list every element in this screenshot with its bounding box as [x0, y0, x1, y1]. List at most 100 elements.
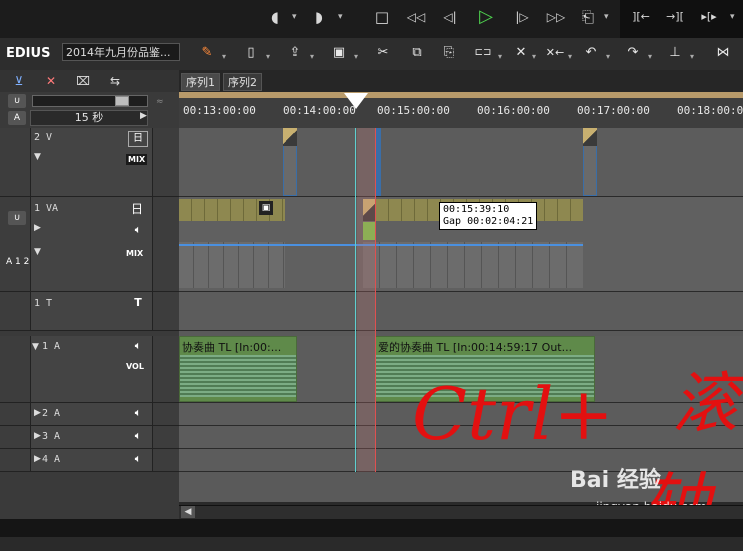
redo-dropdown-icon[interactable]: ▾ [648, 52, 652, 61]
expand-icon[interactable]: ▼ [32, 342, 39, 352]
mix-label[interactable]: MIX [126, 249, 143, 258]
mix-label[interactable]: MIX [126, 154, 148, 165]
sync-mode-icon[interactable]: ⌧ [74, 73, 92, 89]
track-name: 4 A [42, 454, 61, 465]
timeline-hscrollbar[interactable] [179, 505, 743, 520]
stop-icon[interactable]: □ [372, 6, 392, 28]
track-header-tools: ⊻ ✕ ⌧ ⇆ [0, 70, 179, 92]
save-icon[interactable]: ▣ [330, 44, 348, 62]
marker-dropdown-icon[interactable]: ▾ [690, 52, 694, 61]
zoom-slider-thumb[interactable] [115, 96, 129, 106]
gap-tooltip: 00:15:39:10 Gap 00:02:04:21 [439, 202, 538, 230]
mark-out-icon[interactable]: →][ [660, 6, 690, 28]
set-out-dropdown-icon[interactable]: ▾ [338, 12, 343, 22]
new-sequence-dropdown-icon[interactable]: ▾ [222, 52, 226, 61]
project-name-field[interactable]: 2014年九月份品鉴... [62, 43, 180, 61]
annotation-scroll: 滚 [672, 365, 738, 442]
video-visible-icon[interactable]: 日 [128, 202, 146, 216]
track-header-2a[interactable]: ▶ 2 A 🔈︎ [0, 403, 179, 426]
track-header-1a[interactable]: ▼ 1 A 🔈︎ VOL [0, 336, 179, 403]
cut-icon[interactable]: ✂ [374, 44, 392, 62]
link-icon[interactable]: ⊏⊐ [472, 44, 494, 62]
play-icon[interactable]: ▷ [474, 6, 498, 28]
track-header-2v[interactable]: 2 V 日 ▼ MIX [0, 128, 179, 197]
link-dropdown-icon[interactable]: ▾ [498, 52, 502, 61]
speaker-icon[interactable]: 🔈︎ [130, 406, 146, 420]
track-2v[interactable] [179, 128, 743, 197]
track-header-3a[interactable]: ▶ 3 A 🔈︎ [0, 426, 179, 449]
new-file-icon[interactable]: ▯ [242, 44, 260, 62]
import-icon[interactable]: ⇪ [286, 44, 304, 62]
trim-dropdown-icon[interactable]: ▾ [730, 12, 735, 22]
zoom-scale-field[interactable]: 15 秒 [30, 110, 148, 126]
volume-line[interactable] [179, 244, 583, 246]
expand-icon[interactable]: ▶ [34, 408, 41, 418]
main-toolbar: EDIUS 2014年九月份品鉴... ✎ ▾ ▯ ▾ ⇪ ▾ ▣ ▾ ✂ ⧉ … [0, 38, 743, 71]
speaker-icon[interactable]: 🔈︎ [130, 223, 146, 237]
expand-icon[interactable]: ▼ [34, 247, 41, 257]
speaker-icon[interactable]: 🔈︎ [130, 339, 146, 353]
set-out-icon[interactable]: ◗ [310, 6, 328, 28]
ruler-tick-label: 00:16:00:00 [477, 104, 550, 117]
copy-icon[interactable]: ⧉ [408, 44, 426, 62]
set-in-icon[interactable]: ◖ [266, 6, 284, 28]
mark-in-icon[interactable]: ][← [626, 6, 656, 28]
tab-sequence-2[interactable]: 序列2 [223, 73, 262, 91]
zoom-next-icon[interactable]: ▶ [140, 111, 147, 121]
track-sync-icon[interactable]: ∪ [8, 211, 26, 225]
fast-forward-icon[interactable]: ▷▷ [542, 6, 570, 28]
speaker-icon[interactable]: 🔈︎ [130, 452, 146, 466]
loop-icon[interactable]: ⎗ [578, 6, 598, 28]
ruler-tick-label: 00:17:00:00 [577, 104, 650, 117]
import-dropdown-icon[interactable]: ▾ [310, 52, 314, 61]
expand-icon[interactable]: ▼ [34, 152, 41, 162]
track-a-icon[interactable]: A [8, 111, 26, 125]
va-audio-clip[interactable] [363, 242, 583, 288]
track-header-4a[interactable]: ▶ 4 A 🔈︎ [0, 449, 179, 472]
trim-icon[interactable]: ▸[▸ [694, 6, 724, 28]
tab-sequence-1[interactable]: 序列1 [181, 73, 220, 91]
marker-icon[interactable]: ⊥ [666, 44, 684, 62]
expand-icon[interactable]: ▶ [34, 454, 41, 464]
save-dropdown-icon[interactable]: ▾ [354, 52, 358, 61]
track-lock-icon[interactable]: ∪ [8, 94, 26, 108]
track-name: 1 A [42, 341, 61, 352]
expand-icon[interactable]: ▶ [34, 431, 41, 441]
undo-dropdown-icon[interactable]: ▾ [606, 52, 610, 61]
set-in-dropdown-icon[interactable]: ▾ [292, 12, 297, 22]
group-mode-icon[interactable]: ⇆ [106, 73, 124, 89]
step-forward-icon[interactable]: |▷ [510, 6, 534, 28]
playhead-handle-icon[interactable] [344, 93, 368, 109]
speaker-icon[interactable]: 🔈︎ [130, 429, 146, 443]
paste-icon[interactable]: ⎘ [440, 44, 458, 62]
video-visible-icon[interactable]: 日 [128, 131, 148, 147]
timeline-ruler[interactable]: 00:13:00:00 00:14:00:00 00:15:00:00 00:1… [179, 92, 743, 129]
audio-clip[interactable]: 协奏曲 TL [In:00:... [179, 336, 297, 402]
track-header-1va[interactable]: ∪ A 1 2 1 VA 日 ▶ 🔈︎ ▼ MIX [0, 197, 179, 292]
track-name: 1 T [34, 298, 53, 309]
track-1t[interactable] [179, 292, 743, 331]
new-file-dropdown-icon[interactable]: ▾ [266, 52, 270, 61]
new-sequence-icon[interactable]: ✎ [198, 44, 216, 62]
undo-icon[interactable]: ↶ [582, 44, 600, 62]
redo-icon[interactable]: ↷ [624, 44, 642, 62]
playhead-line[interactable] [355, 128, 356, 472]
rewind-icon[interactable]: ◁◁ [402, 6, 430, 28]
scroll-left-icon[interactable]: ◀ [181, 506, 195, 518]
va-audio-clip[interactable] [179, 242, 285, 288]
ripple-delete-dropdown-icon[interactable]: ▾ [568, 52, 572, 61]
ruler-tick-label: 00:13:00:00 [183, 104, 256, 117]
step-back-icon[interactable]: ◁| [438, 6, 462, 28]
insert-mode-icon[interactable]: ⊻ [10, 73, 28, 89]
vol-label[interactable]: VOL [126, 362, 144, 371]
track-header-1t[interactable]: 1 T T [0, 292, 179, 331]
delete-icon[interactable]: ✕ [512, 44, 530, 62]
ripple-mode-icon[interactable]: ✕ [42, 73, 60, 89]
title-icon[interactable]: T [130, 296, 146, 309]
loop-dropdown-icon[interactable]: ▾ [604, 12, 609, 22]
expand-icon[interactable]: ▶ [34, 223, 41, 233]
zoom-slider[interactable] [32, 95, 148, 107]
delete-dropdown-icon[interactable]: ▾ [532, 52, 536, 61]
ripple-delete-icon[interactable]: ✕← [544, 44, 566, 62]
snap-icon[interactable]: ⋈ [714, 44, 732, 62]
